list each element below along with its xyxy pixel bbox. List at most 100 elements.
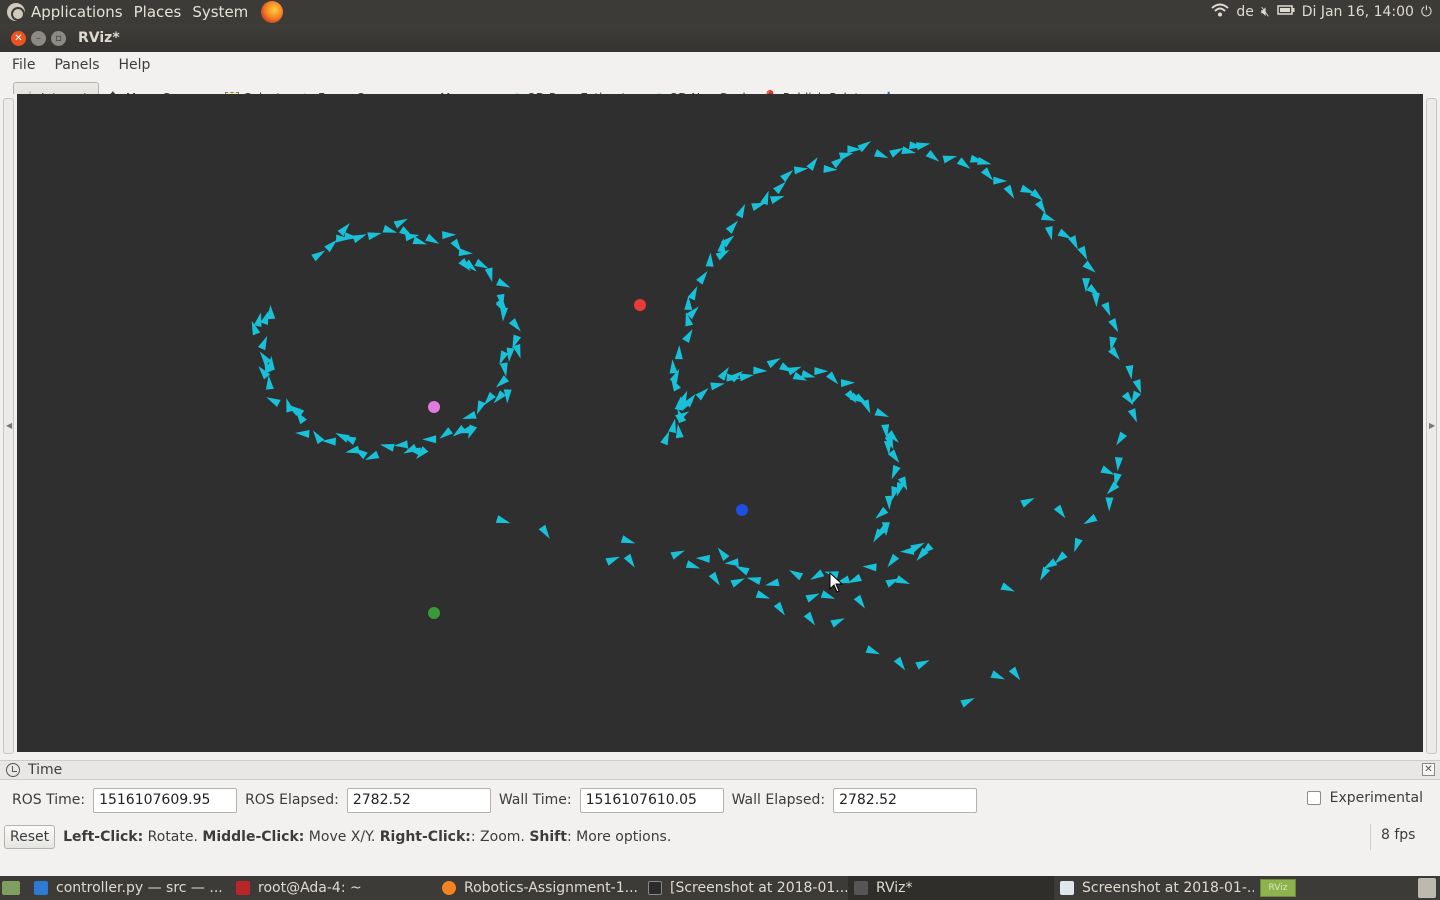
time-panel-title: Time bbox=[28, 762, 63, 778]
pose-arrow bbox=[708, 571, 720, 586]
clock-icon bbox=[6, 763, 20, 777]
pose-arrow bbox=[825, 371, 839, 385]
task-firefox-label: Robotics-Assignment-1... bbox=[464, 880, 638, 896]
render-canvas[interactable] bbox=[17, 94, 1423, 752]
pose-arrow bbox=[847, 573, 863, 584]
pose-arrow bbox=[1127, 408, 1138, 423]
pose-arrow bbox=[324, 239, 338, 253]
menu-system[interactable]: System bbox=[192, 3, 248, 21]
viewport-area: ◀ ▶ bbox=[0, 94, 1440, 754]
pose-arrow bbox=[746, 577, 762, 585]
pose-arrow bbox=[462, 410, 477, 420]
close-window-button[interactable]: ✕ bbox=[11, 30, 26, 46]
workspace-switcher[interactable]: RViz bbox=[1260, 879, 1296, 897]
task-screenshot-viewer[interactable]: [Screenshot at 2018-01... bbox=[642, 876, 848, 900]
task-vscode[interactable]: controller.py — src — ... bbox=[28, 876, 230, 900]
pose-arrow bbox=[669, 359, 678, 374]
menu-file[interactable]: File bbox=[12, 57, 35, 73]
battery-icon[interactable] bbox=[1276, 4, 1295, 20]
pose-arrow bbox=[484, 267, 493, 282]
pose-arrow bbox=[265, 375, 274, 390]
terminal-icon bbox=[236, 881, 250, 895]
ros-time-field[interactable] bbox=[93, 787, 238, 813]
pose-arrow bbox=[1077, 245, 1088, 261]
fps-counter: 8 fps bbox=[1370, 824, 1430, 850]
pose-arrow bbox=[1057, 228, 1072, 239]
pose-arrow bbox=[476, 400, 486, 415]
pose-arrow bbox=[1040, 566, 1051, 581]
pose-arrow bbox=[266, 397, 281, 407]
pose-arrow bbox=[1029, 188, 1044, 201]
menu-places[interactable]: Places bbox=[134, 3, 182, 21]
pose-arrow bbox=[916, 142, 931, 151]
menu-help[interactable]: Help bbox=[119, 57, 151, 73]
ubuntu-logo-icon[interactable] bbox=[7, 3, 25, 21]
pose-arrow bbox=[425, 233, 440, 244]
show-desktop-icon[interactable] bbox=[2, 881, 20, 895]
right-dock-handle[interactable]: ▶ bbox=[1426, 98, 1437, 754]
pose-arrow bbox=[793, 166, 809, 175]
wall-time-field[interactable] bbox=[579, 787, 724, 813]
minimize-window-button[interactable]: – bbox=[31, 30, 46, 46]
task-vscode-label: controller.py — src — ... bbox=[56, 880, 223, 896]
pose-arrow bbox=[787, 366, 802, 376]
volume-muted-icon[interactable]: 🔇︎ bbox=[1261, 4, 1270, 20]
pose-arrow bbox=[393, 440, 409, 449]
pose-arrow bbox=[1000, 582, 1015, 592]
task-terminal[interactable]: root@Ada-4: ~ bbox=[230, 876, 436, 900]
pose-arrow bbox=[499, 362, 508, 377]
keyboard-layout-indicator[interactable]: de bbox=[1236, 4, 1254, 20]
pose-arrow bbox=[725, 220, 738, 234]
pose-arrow bbox=[730, 578, 745, 588]
experimental-label: Experimental bbox=[1329, 790, 1423, 806]
pose-arrow bbox=[1008, 666, 1021, 681]
pose-arrow bbox=[810, 569, 825, 580]
experimental-option[interactable]: Experimental bbox=[1306, 790, 1423, 806]
menu-applications[interactable]: Applications bbox=[31, 3, 123, 21]
pose-arrow bbox=[512, 344, 521, 359]
pose-arrow bbox=[830, 618, 845, 628]
system-tray: de 🔇︎ Di Jan 16, 14:00 ⏻ bbox=[1211, 0, 1440, 24]
pose-arrow bbox=[838, 152, 854, 161]
pose-arrow bbox=[1043, 558, 1058, 569]
experimental-checkbox[interactable] bbox=[1306, 791, 1321, 805]
task-screenshot-label: Screenshot at 2018-01-... bbox=[1082, 880, 1254, 896]
wall-elapsed-label: Wall Elapsed: bbox=[731, 792, 826, 808]
pose-arrow bbox=[710, 382, 725, 391]
wifi-icon[interactable] bbox=[1211, 3, 1230, 21]
pose-arrow bbox=[1020, 497, 1035, 508]
task-firefox[interactable]: Robotics-Assignment-1... bbox=[436, 876, 642, 900]
maximize-window-button[interactable]: ▫ bbox=[51, 30, 66, 46]
pose-array-arrows bbox=[251, 140, 1142, 708]
pose-arrow bbox=[976, 157, 992, 165]
wall-elapsed-field[interactable] bbox=[833, 787, 978, 813]
pose-arrow bbox=[874, 407, 889, 418]
clock-datetime[interactable]: Di Jan 16, 14:00 bbox=[1302, 4, 1414, 20]
pose-arrow bbox=[367, 232, 382, 241]
trash-icon[interactable] bbox=[1418, 878, 1436, 898]
task-screenshot[interactable]: Screenshot at 2018-01-... bbox=[1054, 876, 1254, 900]
ros-elapsed-field[interactable] bbox=[346, 787, 491, 813]
pose-arrow bbox=[980, 167, 994, 181]
pose-arrow bbox=[766, 358, 781, 369]
close-time-panel-button[interactable]: ✕ bbox=[1422, 763, 1435, 776]
pose-arrow bbox=[682, 328, 693, 344]
task-rviz[interactable]: RViz* bbox=[848, 876, 1054, 900]
pose-arrow bbox=[739, 373, 754, 382]
menu-panels[interactable]: Panels bbox=[54, 57, 99, 73]
pose-arrow bbox=[312, 430, 325, 445]
pose-arrow bbox=[674, 345, 683, 360]
3d-render-panel[interactable] bbox=[17, 94, 1423, 752]
left-dock-handle[interactable]: ◀ bbox=[3, 98, 14, 754]
pose-arrow bbox=[942, 155, 958, 164]
firefox-launcher-icon[interactable] bbox=[261, 1, 284, 23]
pose-arrow bbox=[884, 495, 893, 510]
window-titlebar[interactable]: ✕ – ▫ RViz* bbox=[0, 24, 1440, 52]
firefox-icon bbox=[442, 881, 456, 895]
reset-button[interactable]: Reset bbox=[4, 825, 56, 849]
pose-arrow bbox=[915, 660, 930, 670]
left-click-key: Left-Click: bbox=[63, 829, 144, 845]
power-icon[interactable]: ⏻ bbox=[1421, 4, 1432, 20]
pose-arrow bbox=[1040, 212, 1056, 221]
pose-arrow bbox=[1082, 260, 1096, 273]
